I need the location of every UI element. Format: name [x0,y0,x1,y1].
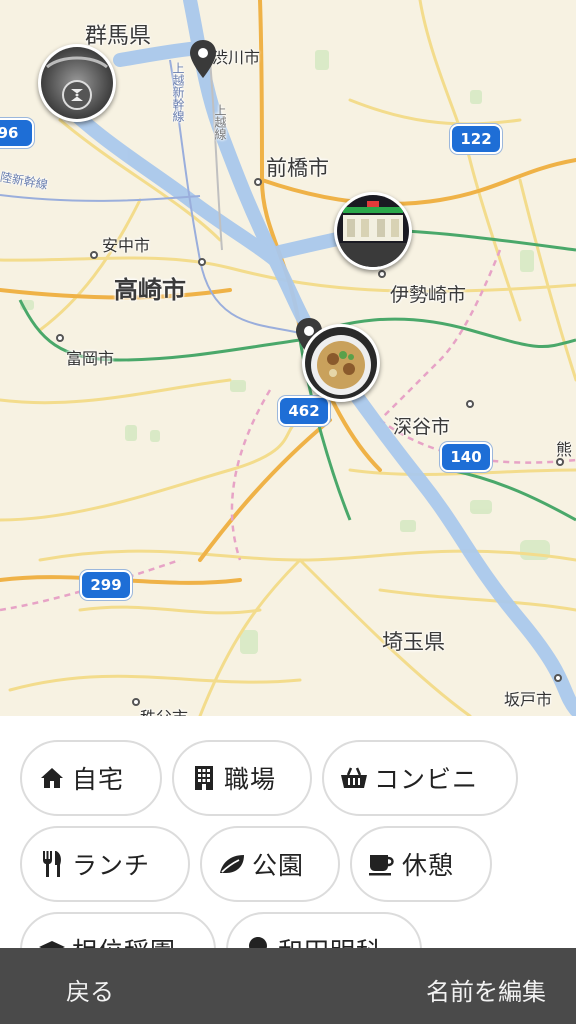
label-saitama: 埼玉県 [382,630,445,654]
basket-icon [340,764,368,792]
category-chip-break[interactable]: 休憩 [350,826,492,902]
coffee-cup-icon [368,850,396,878]
route-shield-462: 462 [278,396,330,426]
label-isesaki: 伊勢崎市 [390,284,467,306]
label-edge-right: 熊 [556,440,573,459]
town-dot-sakado [554,674,562,682]
town-dot-tomioka [56,334,64,342]
fork-knife-icon [38,850,66,878]
town-dot-maebashi [254,178,262,186]
map-view[interactable]: 群馬県 渋川市 前橋市 安中市 高崎市 伊勢崎市 富岡市 深谷市 埼玉県 坂戸市… [0,0,576,716]
edit-name-button[interactable]: 名前を編集 [426,972,546,1007]
route-shield-122: 122 [450,124,502,154]
town-dot-edge [556,458,564,466]
label-shibukawa: 渋川市 [212,48,261,67]
town-dot-isesaki [378,270,386,278]
label-tomioka: 富岡市 [66,349,115,368]
category-chip-park[interactable]: 公園 [200,826,340,902]
route-shield-140: 140 [440,442,492,472]
route-shield-96: 96 [0,118,34,148]
map-pin-icon[interactable] [190,40,216,80]
label-chichibu: 秩父市 [140,704,188,716]
car-emblem-photo-pin[interactable] [38,44,116,122]
category-label: コンビニ [374,765,479,794]
label-joetsu-line: 上越線 [213,104,227,140]
label-annaka: 安中市 [102,236,151,255]
building-icon [190,764,218,792]
back-button[interactable]: 戻る [66,972,114,1007]
town-dot-fukaya [466,400,474,408]
label-gunma: 群馬県 [85,24,152,49]
town-dot-chichibu [132,698,140,706]
category-chip-convenience[interactable]: コンビニ [322,740,518,816]
category-label: 職場 [224,765,277,794]
store-night-photo [337,195,409,267]
town-dot-annaka [90,251,98,259]
store-night-photo-pin[interactable] [334,192,412,270]
bottom-toolbar: 戻る 名前を編集 [0,948,576,1024]
label-maebashi: 前橋市 [266,156,329,180]
ramen-bowl-photo [305,327,377,399]
category-label: 自宅 [72,765,125,794]
label-sakado: 坂戸市 [504,690,553,709]
category-label: 休憩 [402,851,455,880]
car-emblem-photo [41,47,113,119]
route-shield-299: 299 [80,570,132,600]
label-fukaya: 深谷市 [393,416,451,438]
ramen-bowl-photo-pin[interactable] [302,324,380,402]
label-takasaki: 高崎市 [114,276,186,304]
label-joetsu-shinkansen: 上越新幹線 [171,62,185,122]
category-chip-home[interactable]: 自宅 [20,740,162,816]
category-chip-lunch[interactable]: ランチ [20,826,190,902]
leaf-icon [218,850,246,878]
town-dot-takasaki [198,258,206,266]
home-icon [38,764,66,792]
category-label: ランチ [72,851,151,880]
category-label: 公園 [252,851,305,880]
category-chip-work[interactable]: 職場 [172,740,312,816]
